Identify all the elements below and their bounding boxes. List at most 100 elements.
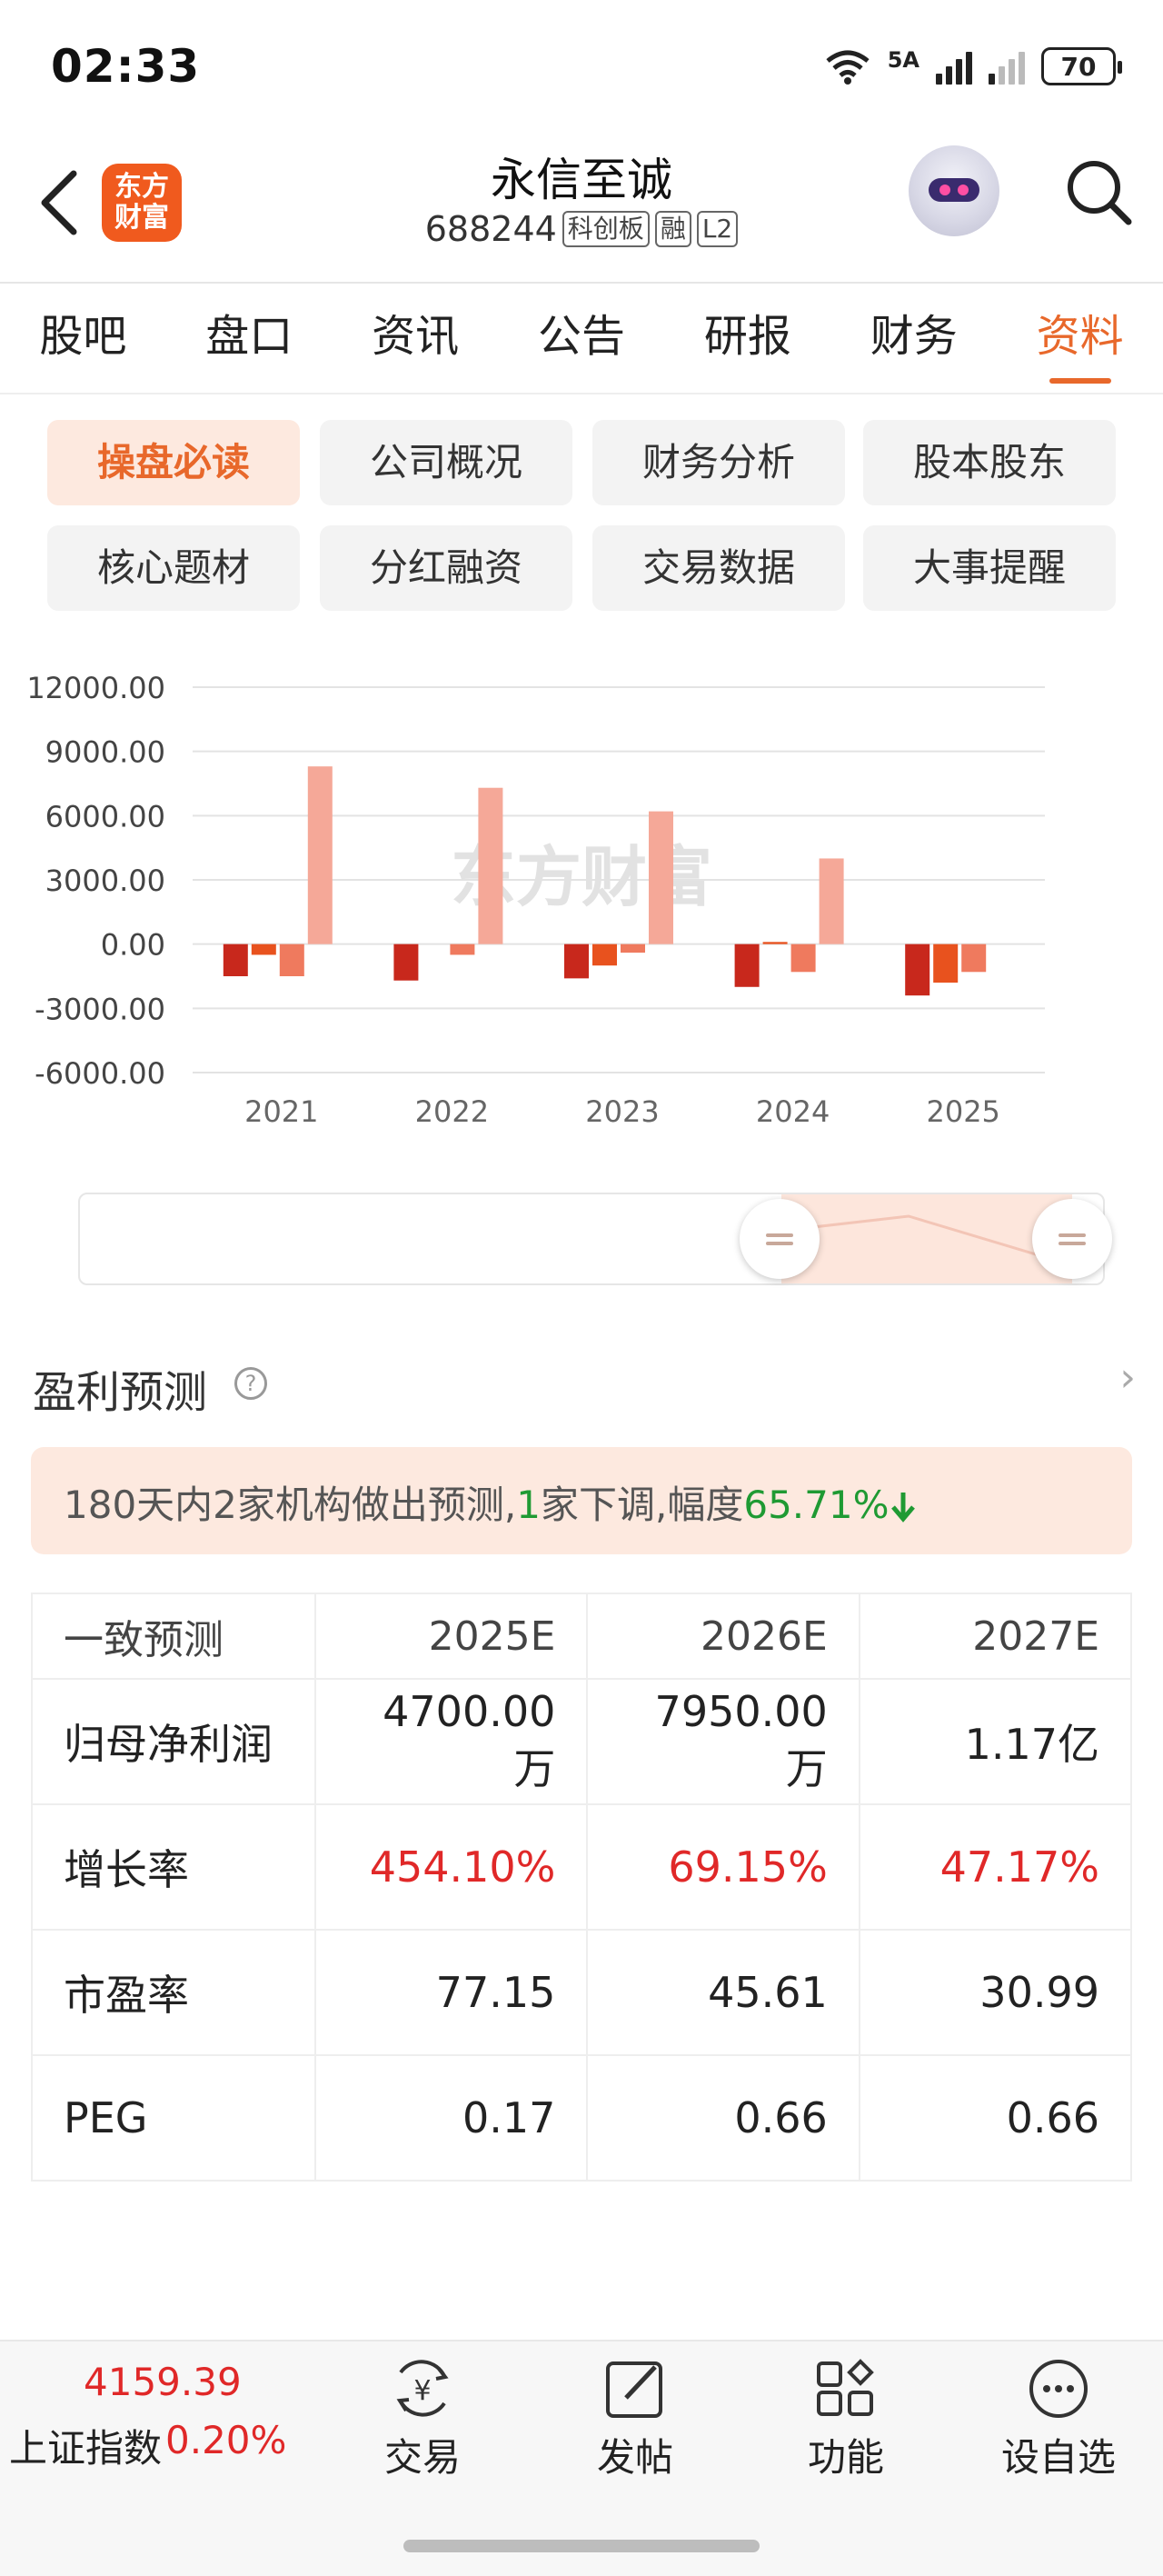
- subtab-dividends-financing[interactable]: 分红融资: [320, 525, 572, 611]
- x-tick-label: 2022: [415, 1094, 489, 1129]
- bar: [790, 944, 816, 973]
- search-button[interactable]: [1054, 147, 1145, 238]
- more-icon: [1029, 2360, 1088, 2418]
- y-tick-label: -6000.00: [35, 1056, 165, 1091]
- bar: [819, 858, 844, 944]
- bar: [223, 944, 248, 976]
- index-name[interactable]: 上证指数: [9, 2418, 162, 2473]
- bar-chart: 12000.00 9000.00 6000.00 3000.00 0.00 -3000.0…: [26, 671, 1045, 1129]
- table-cell: 454.10%: [313, 1803, 589, 1931]
- tab-news[interactable]: 资讯: [333, 284, 499, 391]
- table-cell: 77.15: [313, 1929, 589, 2056]
- tab-research[interactable]: 研报: [664, 284, 830, 391]
- y-tick-label: 12000.00: [26, 671, 165, 705]
- row-label: 归母净利润: [31, 1678, 316, 1805]
- subtab-trading-guide[interactable]: 操盘必读: [47, 420, 300, 505]
- table-cell: 4700.00万: [313, 1678, 589, 1805]
- help-icon[interactable]: ?: [234, 1367, 267, 1400]
- bar: [762, 942, 788, 944]
- main-tabs: 股吧 盘口 资讯 公告 研报 财务 资料: [0, 284, 1163, 391]
- home-indicator[interactable]: [403, 2540, 760, 2552]
- add-watchlist-button[interactable]: 设自选: [981, 2358, 1136, 2482]
- table-header-cell: 2025E: [313, 1593, 589, 1680]
- range-slider-left-handle[interactable]: [740, 1199, 820, 1279]
- table-row: 增长率 454.10% 69.15% 47.17%: [31, 1803, 1133, 1931]
- logo-line2: 财富: [114, 202, 169, 234]
- network-type: 5A: [887, 47, 919, 73]
- index-value[interactable]: 4159.39: [84, 2360, 242, 2404]
- trade-label: 交易: [383, 2435, 461, 2480]
- banner-pct: 65.71%: [743, 1483, 890, 1527]
- y-tick-label: 9000.00: [45, 735, 165, 770]
- table-row: 市盈率 77.15 45.61 30.99: [31, 1929, 1133, 2056]
- bar: [933, 944, 959, 983]
- table-cell: 47.17%: [858, 1803, 1133, 1931]
- wifi-icon: [826, 50, 870, 85]
- functions-label: 功能: [807, 2435, 884, 2480]
- signal-weak-icon: [989, 48, 1025, 85]
- bar: [450, 944, 475, 955]
- tab-guba[interactable]: 股吧: [0, 284, 166, 391]
- table-cell: 45.61: [586, 1929, 860, 2056]
- tab-finance[interactable]: 财务: [830, 284, 997, 391]
- range-slider-right-handle[interactable]: [1032, 1199, 1112, 1279]
- bar: [734, 944, 760, 987]
- search-icon: [1068, 161, 1132, 225]
- subtab-shareholders[interactable]: 股本股东: [863, 420, 1116, 505]
- banner-prefix: 180天内2家机构做出预测,: [64, 1483, 517, 1527]
- back-button[interactable]: [27, 162, 91, 244]
- bar: [621, 944, 645, 954]
- table-cell: 69.15%: [586, 1803, 860, 1931]
- banner-mid: 家下调,幅度: [540, 1483, 744, 1527]
- status-time: 02:33: [51, 40, 201, 93]
- subtab-core-themes[interactable]: 核心题材: [47, 525, 300, 611]
- app-logo[interactable]: 东方 财富: [102, 164, 182, 242]
- post-button[interactable]: 发帖: [558, 2358, 712, 2482]
- bar: [564, 944, 589, 979]
- y-tick-label: 6000.00: [45, 799, 165, 834]
- svg-text:¥: ¥: [413, 2375, 431, 2407]
- y-tick-label: 3000.00: [45, 864, 165, 898]
- stock-subtitle: 688244 科创板 融 L2: [345, 209, 818, 249]
- x-tick-label: 2024: [756, 1094, 830, 1129]
- chevron-right-icon[interactable]: ›: [1119, 1354, 1136, 1401]
- y-tick-label: -3000.00: [35, 992, 165, 1026]
- bar: [649, 811, 673, 944]
- stock-code: 688244: [424, 209, 557, 249]
- x-tick-label: 2021: [244, 1094, 318, 1129]
- table-cell: 30.99: [858, 1929, 1133, 2056]
- subtab-company-overview[interactable]: 公司概况: [320, 420, 572, 505]
- tab-announcements[interactable]: 公告: [499, 284, 665, 391]
- grid-icon: [817, 2359, 874, 2416]
- table-cell: 0.17: [313, 2054, 589, 2182]
- table-row: 归母净利润 4700.00万 7950.00万 1.17亿: [31, 1678, 1133, 1805]
- functions-button[interactable]: 功能: [769, 2358, 923, 2482]
- tab-pankou[interactable]: 盘口: [166, 284, 333, 391]
- subtab-major-events[interactable]: 大事提醒: [863, 525, 1116, 611]
- subtab-trading-data[interactable]: 交易数据: [592, 525, 845, 611]
- subtab-financial-analysis[interactable]: 财务分析: [592, 420, 845, 505]
- table-header-cell: 2026E: [586, 1593, 860, 1680]
- row-label: 增长率: [31, 1803, 316, 1931]
- ai-assistant-avatar[interactable]: [909, 145, 999, 236]
- bar: [905, 944, 930, 996]
- stock-name: 永信至诚: [491, 154, 672, 206]
- table-cell: 0.66: [586, 2054, 860, 2182]
- trade-icon: ¥: [396, 2360, 449, 2417]
- tabs-divider: [0, 393, 1163, 394]
- table-cell: 7950.00万: [586, 1678, 860, 1805]
- index-change[interactable]: 0.20%: [165, 2418, 286, 2462]
- status-icons: 5A 70: [824, 47, 1122, 85]
- bar: [307, 766, 333, 944]
- tab-profile[interactable]: 资料: [997, 284, 1163, 391]
- row-label: 市盈率: [31, 1929, 316, 2056]
- battery-level: 70: [1060, 51, 1097, 82]
- logo-line1: 东方: [114, 171, 169, 203]
- row-label: PEG: [31, 2054, 316, 2182]
- bar: [478, 787, 503, 944]
- add-watchlist-label: 设自选: [1000, 2435, 1116, 2480]
- trade-button[interactable]: ¥ 交易: [345, 2358, 500, 2482]
- table-row: PEG 0.17 0.66 0.66: [31, 2054, 1133, 2182]
- post-label: 发帖: [596, 2435, 673, 2480]
- x-tick-label: 2023: [585, 1094, 659, 1129]
